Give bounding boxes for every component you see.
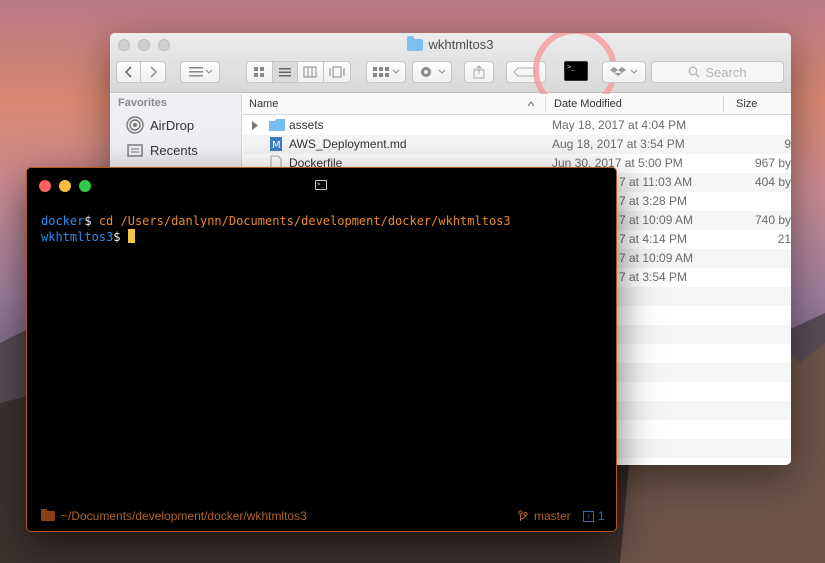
sidebar-heading-favorites: Favorites <box>118 97 167 109</box>
folder-icon <box>41 509 55 521</box>
finder-title-text: wkhtmltos3 <box>428 37 494 52</box>
action-button[interactable] <box>412 61 452 83</box>
file-size: 740 by <box>754 213 791 227</box>
prompt-directory: docker <box>41 214 85 228</box>
search-input[interactable]: Search <box>651 61 784 83</box>
terminal-close-button[interactable] <box>39 180 51 192</box>
prompt-directory: wkhtmltos3 <box>41 230 114 244</box>
share-button[interactable] <box>464 61 494 83</box>
gallery-view-button[interactable] <box>324 62 350 82</box>
file-date: 7 at 4:14 PM <box>619 232 688 246</box>
file-size: 967 by <box>754 156 791 170</box>
column-divider <box>545 96 546 112</box>
sort-ascending-icon <box>527 101 535 107</box>
terminal-output[interactable]: docker$ cd /Users/danlynn/Documents/deve… <box>41 213 606 245</box>
file-date: 7 at 11:03 AM <box>619 175 693 189</box>
terminal-icon: >_ <box>315 180 327 190</box>
file-date: 7 at 3:28 PM <box>619 194 688 208</box>
folder-icon <box>269 119 285 131</box>
search-icon <box>688 66 700 78</box>
file-size: 21 <box>777 232 791 246</box>
sidebar-item-label: Recents <box>150 142 198 158</box>
git-branch: master <box>518 509 571 523</box>
disclosure-triangle-icon[interactable] <box>251 121 259 130</box>
terminal-window[interactable]: >_ docker$ cd /Users/danlynn/Documents/d… <box>26 167 617 532</box>
recents-icon <box>127 144 143 157</box>
arrange-button[interactable] <box>366 61 406 83</box>
gear-icon <box>421 67 446 77</box>
file-date: Aug 18, 2017 at 3:54 PM <box>552 137 685 151</box>
terminal-status-bar: ~/Documents/development/docker/wkhtmltos… <box>27 501 616 531</box>
terminal-app-icon[interactable]: >_ <box>564 61 588 81</box>
column-header-size[interactable]: Size <box>736 98 757 110</box>
terminal-zoom-button[interactable] <box>79 180 91 192</box>
status-path: ~/Documents/development/docker/wkhtmltos… <box>41 509 307 523</box>
finder-toolbar: wkhtmltos3 >_ Search <box>110 33 791 112</box>
list-header: Name Date Modified Size <box>243 94 791 115</box>
prompt-symbol: $ <box>113 230 121 244</box>
list-options-icon <box>189 67 213 77</box>
list-view-button[interactable] <box>272 62 299 82</box>
cover-flow-icon <box>329 66 345 78</box>
git-branch-icon <box>518 510 528 521</box>
git-branch-name: master <box>534 509 571 523</box>
git-ahead-count: ↑ 1 <box>583 509 605 523</box>
column-view-button[interactable] <box>298 62 324 82</box>
column-header-date[interactable]: Date Modified <box>554 98 622 110</box>
markdown-file-icon: M <box>270 137 282 151</box>
back-forward-control <box>116 61 166 83</box>
terminal-line: docker$ cd /Users/danlynn/Documents/deve… <box>41 213 606 229</box>
folder-icon <box>407 35 424 51</box>
share-icon <box>473 65 485 79</box>
table-row[interactable]: M AWS_Deployment.md Aug 18, 2017 at 3:54… <box>243 135 791 154</box>
sidebar-item-recents[interactable]: Recents <box>126 142 198 158</box>
terminal-minimize-button[interactable] <box>59 180 71 192</box>
forward-button[interactable] <box>141 62 165 82</box>
file-date: 7 at 10:09 AM <box>619 251 694 265</box>
grid-icon <box>254 67 265 77</box>
dropbox-button[interactable] <box>602 61 646 83</box>
table-row[interactable]: assets May 18, 2017 at 4:04 PM <box>243 116 791 135</box>
chevron-left-icon <box>124 66 132 78</box>
file-size: 404 by <box>754 175 791 189</box>
back-button[interactable] <box>117 62 142 82</box>
sidebar-item-label: AirDrop <box>150 117 195 133</box>
finder-title: wkhtmltos3 <box>110 35 791 52</box>
chevron-right-icon <box>150 66 157 78</box>
arrow-up-icon: ↑ <box>583 510 594 522</box>
arrange-icon <box>373 67 400 77</box>
airdrop-icon <box>126 116 144 134</box>
dropbox-icon <box>610 67 638 76</box>
sidebar-item-airdrop[interactable]: AirDrop <box>126 116 194 134</box>
sidebar-toggle-button[interactable] <box>180 61 220 83</box>
file-size: 9 <box>784 137 791 151</box>
prompt-symbol: $ <box>84 214 92 228</box>
status-path-text: ~/Documents/development/docker/wkhtmltos… <box>61 509 307 523</box>
file-name: assets <box>289 118 324 132</box>
file-date: 7 at 10:09 AM <box>619 213 694 227</box>
search-placeholder: Search <box>705 64 747 80</box>
column-divider <box>723 96 724 112</box>
terminal-line: wkhtmltos3$ <box>41 229 606 245</box>
list-icon <box>278 68 291 77</box>
column-header-name[interactable]: Name <box>249 98 278 110</box>
file-date: May 18, 2017 at 4:04 PM <box>552 118 687 132</box>
command-text: cd /Users/danlynn/Documents/development/… <box>98 214 511 228</box>
columns-icon <box>303 66 317 78</box>
icon-view-button[interactable] <box>247 62 273 82</box>
text-cursor <box>127 229 135 243</box>
file-date: 7 at 3:54 PM <box>619 270 688 284</box>
file-name: AWS_Deployment.md <box>289 137 407 151</box>
terminal-titlebar: >_ <box>27 168 616 204</box>
git-ahead-value: 1 <box>598 509 605 523</box>
view-mode-control <box>246 61 351 83</box>
svg-text:M: M <box>272 140 281 151</box>
